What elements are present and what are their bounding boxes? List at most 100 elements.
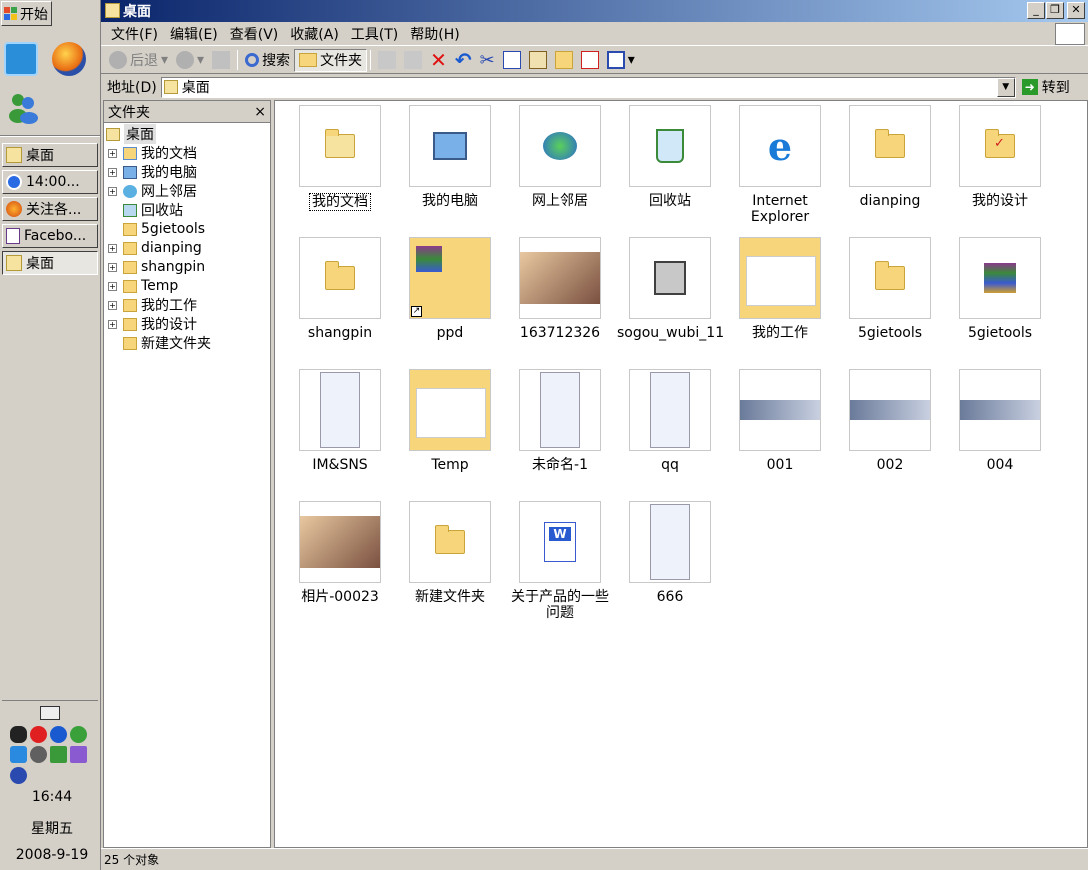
menu-favorites[interactable]: 收藏(A) bbox=[284, 24, 345, 44]
close-pane-button[interactable]: × bbox=[254, 104, 266, 120]
expand-icon[interactable]: + bbox=[108, 167, 117, 177]
menu-view[interactable]: 查看(V) bbox=[224, 24, 285, 44]
file-item[interactable]: 002 bbox=[835, 369, 945, 473]
keyboard-icon[interactable] bbox=[40, 706, 60, 720]
tree-item-my-work[interactable]: + 我的工作 bbox=[108, 296, 197, 314]
tree-item-recycle-bin[interactable]: 回收站 bbox=[108, 201, 183, 219]
tree-item-my-computer[interactable]: + 我的电脑 bbox=[108, 163, 197, 181]
file-item[interactable]: qq bbox=[615, 369, 725, 473]
file-item[interactable]: sogou_wubi_11 bbox=[615, 237, 725, 341]
address-input[interactable]: 桌面 ▼ bbox=[160, 76, 1016, 98]
file-item[interactable]: 未命名-1 bbox=[505, 369, 615, 473]
file-item[interactable]: dianping bbox=[835, 105, 945, 209]
file-item[interactable]: 回收站 bbox=[615, 105, 725, 209]
file-item[interactable]: W 关于产品的一些问题 bbox=[505, 501, 615, 621]
file-item[interactable]: IM&SNS bbox=[285, 369, 395, 473]
properties-icon bbox=[580, 51, 599, 69]
tree-item-temp[interactable]: + Temp bbox=[108, 277, 178, 295]
expand-icon[interactable]: + bbox=[108, 243, 117, 253]
app-tray-icon[interactable] bbox=[70, 746, 87, 763]
search-button[interactable]: 搜索 bbox=[241, 49, 294, 72]
show-desktop-icon[interactable] bbox=[4, 42, 38, 76]
menu-tools[interactable]: 工具(T) bbox=[345, 24, 404, 44]
close-button[interactable]: ✕ bbox=[1067, 2, 1085, 19]
expand-icon[interactable]: + bbox=[108, 300, 117, 310]
move-to-button[interactable] bbox=[374, 49, 400, 72]
file-item[interactable]: Temp bbox=[395, 369, 505, 473]
tree-item-desktop[interactable]: 桌面 bbox=[106, 124, 156, 144]
expand-icon[interactable]: + bbox=[108, 281, 117, 291]
forward-button[interactable]: ▾ bbox=[172, 49, 208, 72]
menu-edit[interactable]: 编辑(E) bbox=[164, 24, 224, 44]
qq-icon[interactable] bbox=[10, 726, 27, 743]
tree-item-shangpin[interactable]: + shangpin bbox=[108, 258, 205, 276]
file-item[interactable]: 5gietools bbox=[835, 237, 945, 341]
monitor-icon[interactable] bbox=[50, 746, 67, 763]
file-item[interactable]: 5gietools bbox=[945, 237, 1055, 341]
start-button[interactable]: 开始 bbox=[1, 1, 52, 26]
file-item[interactable]: ✓ 我的设计 bbox=[945, 105, 1055, 209]
go-button[interactable]: ➜ 转到 bbox=[1021, 77, 1070, 97]
file-item[interactable]: 网上邻居 bbox=[505, 105, 615, 209]
my-documents-icon bbox=[123, 146, 137, 160]
file-item[interactable]: 我的工作 bbox=[725, 237, 835, 341]
task-desktop-explorer[interactable]: 桌面 bbox=[2, 251, 98, 275]
views-button[interactable]: ▾ bbox=[603, 49, 639, 72]
network-tray-icon[interactable] bbox=[50, 726, 67, 743]
undo-button[interactable]: ↶ bbox=[451, 48, 476, 72]
screenshot-thumbnail bbox=[299, 369, 381, 451]
copy-to-button[interactable] bbox=[400, 49, 426, 72]
settings-gear-icon[interactable] bbox=[10, 767, 27, 784]
menu-file[interactable]: 文件(F) bbox=[105, 24, 164, 44]
tree-item-my-documents[interactable]: + 我的文档 bbox=[108, 144, 197, 162]
messenger-tray-icon[interactable] bbox=[70, 726, 87, 743]
tree-item-my-design[interactable]: + 我的设计 bbox=[108, 315, 197, 333]
file-item-label: 我的工作 bbox=[752, 325, 808, 341]
favorites-button[interactable] bbox=[551, 49, 577, 72]
tree-item-dianping[interactable]: + dianping bbox=[108, 239, 202, 257]
file-item[interactable]: 我的电脑 bbox=[395, 105, 505, 209]
weibo-icon[interactable] bbox=[30, 726, 47, 743]
tree-item-5gietools[interactable]: 5gietools bbox=[108, 220, 205, 238]
file-item[interactable]: 相片-00023 bbox=[285, 501, 395, 605]
file-item[interactable]: 我的文档 bbox=[285, 105, 395, 211]
task-firefox[interactable]: 关注各... bbox=[2, 197, 98, 221]
file-item[interactable]: 163712326 bbox=[505, 237, 615, 341]
expand-icon[interactable]: + bbox=[108, 148, 117, 158]
up-button[interactable] bbox=[208, 49, 234, 72]
task-facebook[interactable]: Facebo... bbox=[2, 224, 98, 248]
file-item[interactable]: 004 bbox=[945, 369, 1055, 473]
status-bar: 25 个对象 bbox=[101, 848, 1088, 870]
up-folder-icon bbox=[212, 51, 231, 69]
folder-icon bbox=[123, 241, 137, 255]
task-desktop[interactable]: 桌面 bbox=[2, 143, 98, 167]
restore-button[interactable]: ❐ bbox=[1046, 2, 1064, 19]
menu-help[interactable]: 帮助(H) bbox=[404, 24, 465, 44]
tree-item-network[interactable]: + 网上邻居 bbox=[108, 182, 197, 200]
volume-icon[interactable] bbox=[30, 746, 47, 763]
address-dropdown[interactable]: ▼ bbox=[996, 77, 1015, 97]
properties-button[interactable] bbox=[577, 49, 603, 72]
file-item[interactable]: e Internet Explorer bbox=[725, 105, 835, 225]
cut-button[interactable]: ✂ bbox=[476, 49, 499, 72]
task-clock-app[interactable]: 14:00... bbox=[2, 170, 98, 194]
minimize-button[interactable]: _ bbox=[1027, 2, 1045, 19]
expand-icon[interactable]: + bbox=[108, 319, 117, 329]
back-button[interactable]: 后退 ▾ bbox=[105, 49, 172, 72]
dropbox-icon[interactable] bbox=[10, 746, 27, 763]
folder-icon bbox=[123, 279, 137, 293]
file-item[interactable]: shangpin bbox=[285, 237, 395, 341]
tree-item-new-folder[interactable]: 新建文件夹 bbox=[108, 334, 211, 352]
expand-icon[interactable]: + bbox=[108, 262, 117, 272]
folders-button[interactable]: 文件夹 bbox=[294, 48, 368, 72]
expand-icon[interactable]: + bbox=[108, 186, 117, 196]
copy-button[interactable] bbox=[499, 49, 525, 72]
file-item[interactable]: 666 bbox=[615, 501, 725, 605]
file-item[interactable]: ↗ ppd bbox=[395, 237, 505, 341]
paste-button[interactable] bbox=[525, 49, 551, 72]
file-item[interactable]: 001 bbox=[725, 369, 835, 473]
file-item[interactable]: 新建文件夹 bbox=[395, 501, 505, 605]
messenger-icon[interactable] bbox=[6, 90, 40, 124]
delete-button[interactable]: ✕ bbox=[426, 48, 451, 72]
firefox-icon[interactable] bbox=[52, 42, 86, 76]
